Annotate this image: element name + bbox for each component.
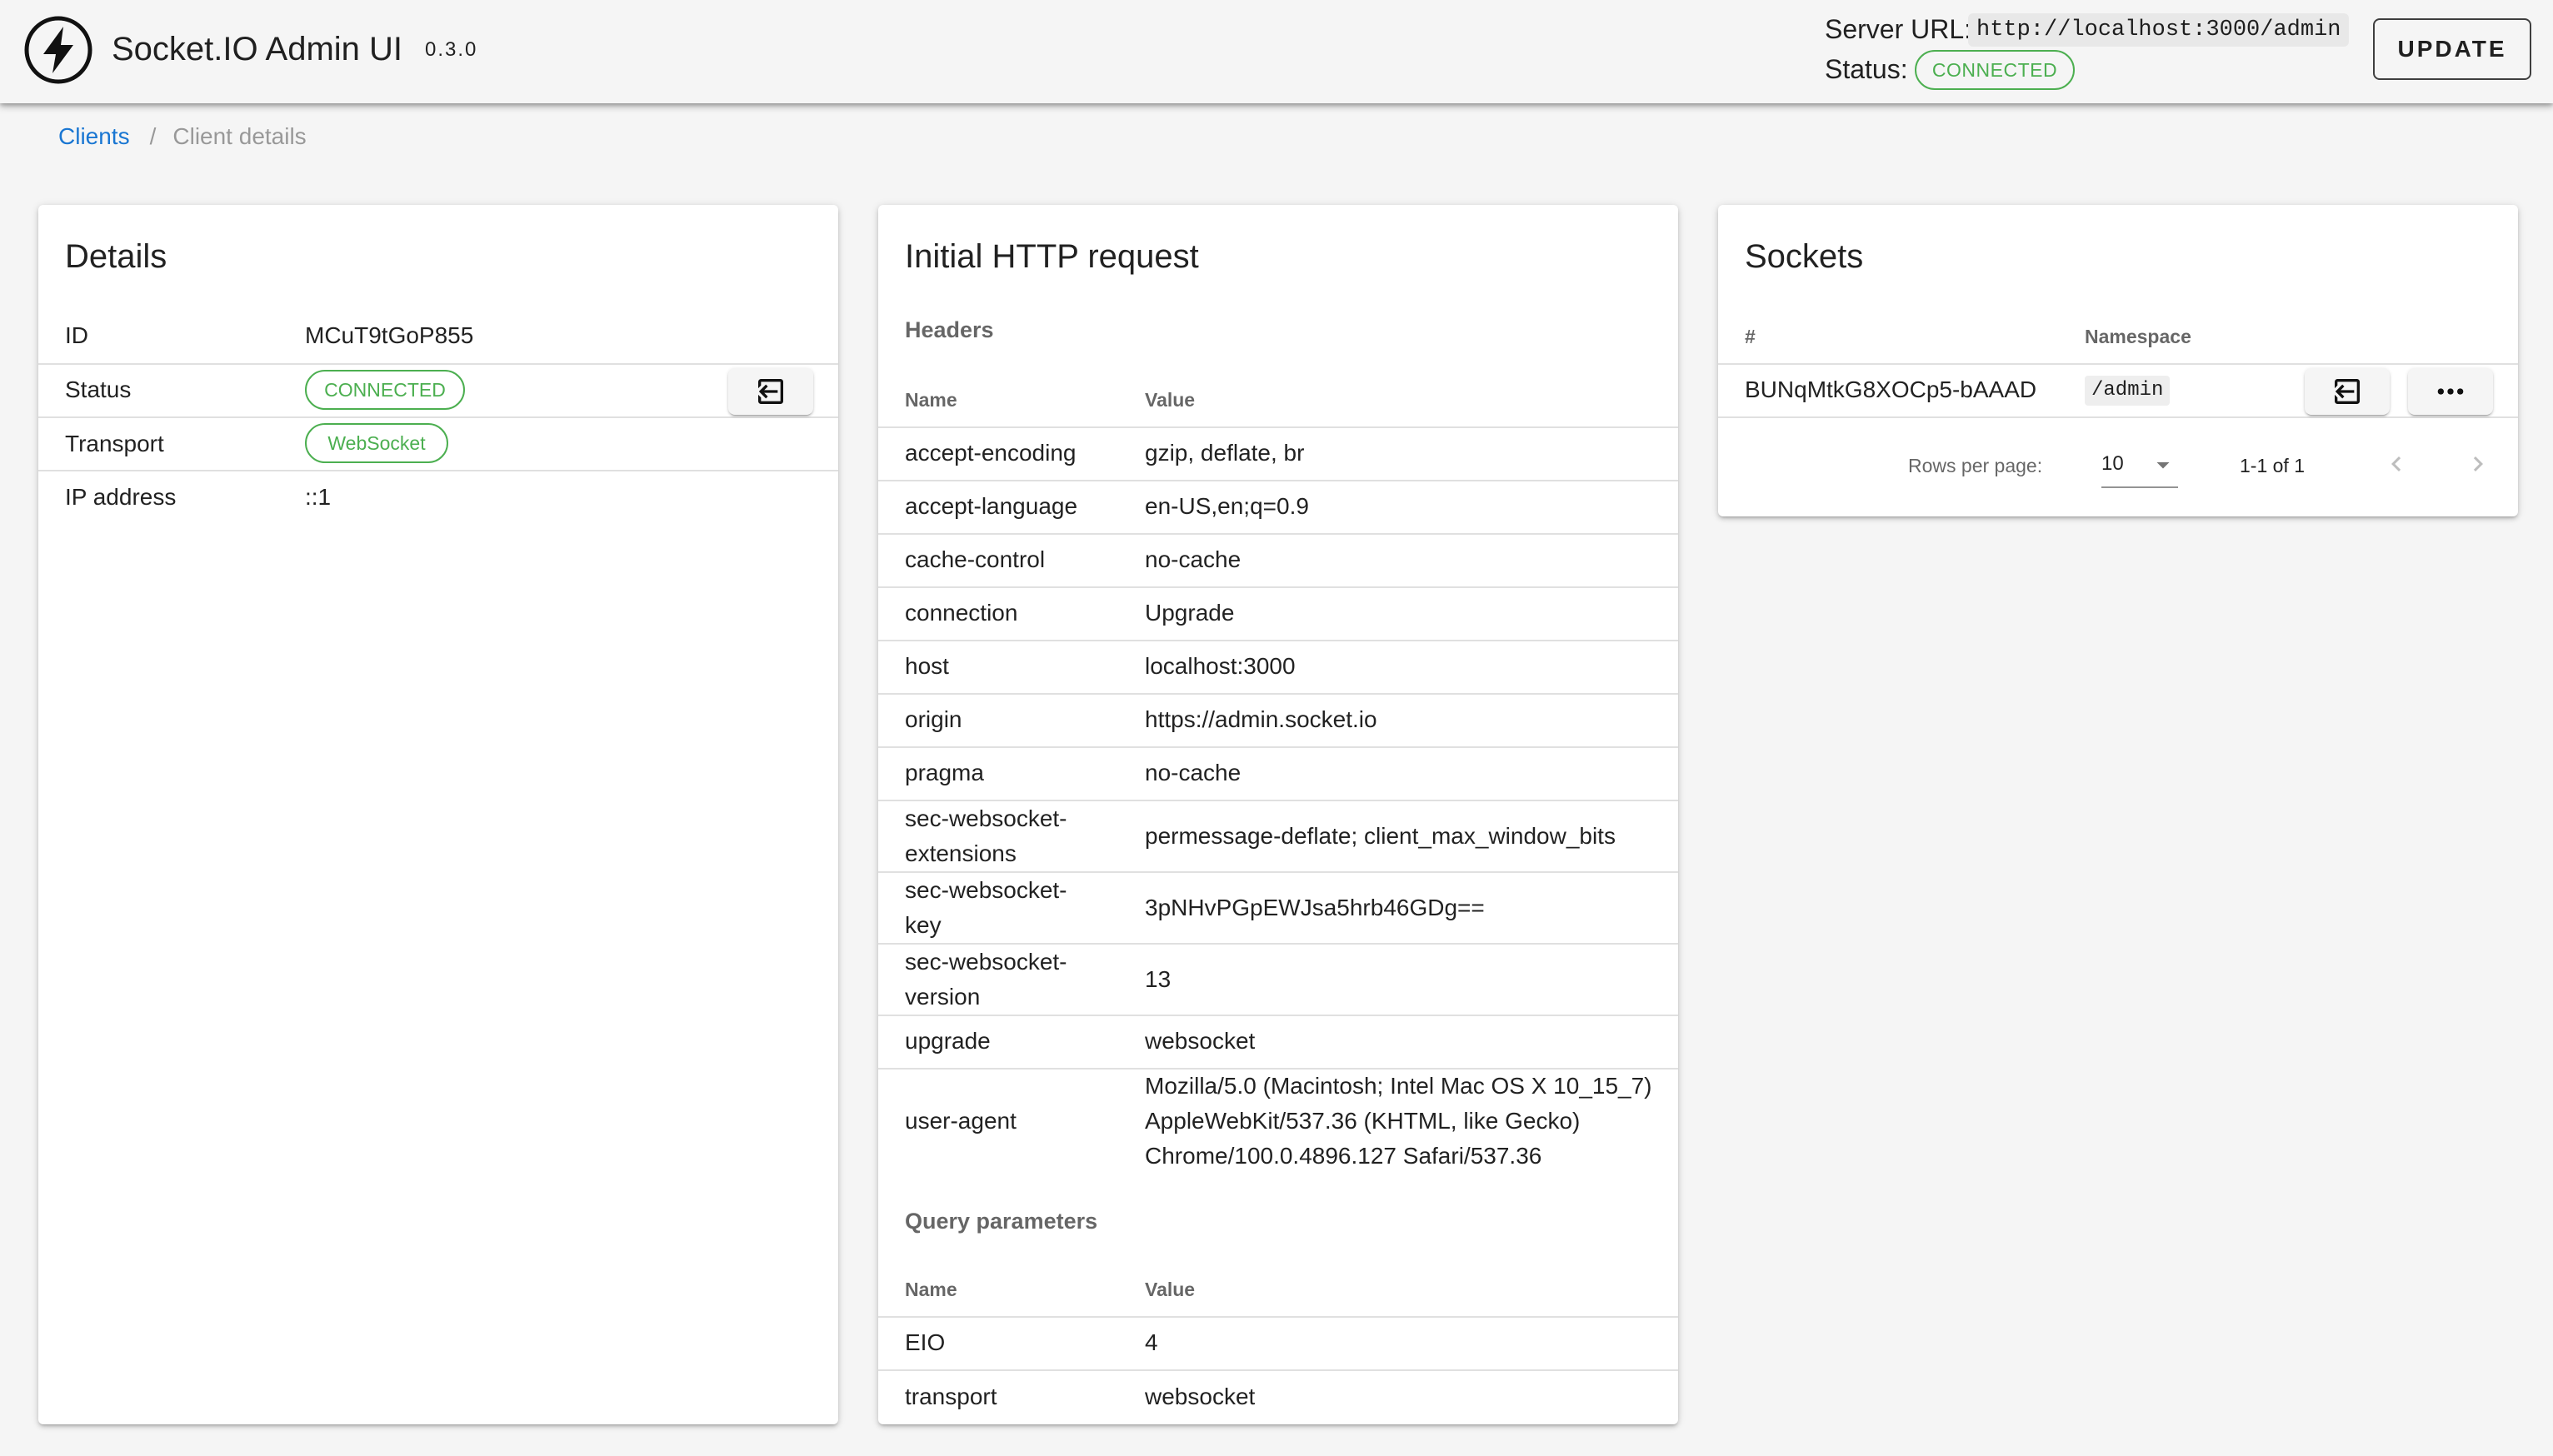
headers-subtitle: Headers	[905, 317, 994, 342]
header-name: sec-websocket-key	[905, 877, 1067, 938]
update-button[interactable]: UPDATE	[2373, 18, 2531, 80]
row-divider	[1718, 416, 2518, 418]
header-name: upgrade	[905, 1028, 991, 1054]
rows-per-page-label: Rows per page:	[1908, 455, 2043, 476]
header-value: https://admin.socket.io	[1145, 706, 1377, 732]
header-name: pragma	[905, 760, 984, 785]
detail-value-id: MCuT9tGoP855	[305, 322, 474, 348]
detail-label-status: Status	[65, 376, 132, 402]
query-param-name: transport	[905, 1384, 997, 1409]
header-name: user-agent	[905, 1108, 1017, 1134]
row-divider	[1718, 363, 2518, 365]
column-header-value: Value	[1145, 1279, 1196, 1300]
row-divider	[878, 586, 1678, 588]
query-param-value: websocket	[1145, 1384, 1256, 1409]
header-value: no-cache	[1145, 546, 1242, 572]
logout-icon	[758, 379, 783, 404]
chevron-right-icon	[2473, 456, 2483, 471]
detail-transport-badge: WebSocket	[305, 423, 448, 463]
http-request-title: Initial HTTP request	[905, 238, 1199, 275]
rows-per-page-value: 10	[2101, 452, 2124, 475]
query-param-value: 4	[1145, 1329, 1158, 1355]
breadcrumb: Clients / Client details	[58, 122, 307, 152]
header-value: gzip, deflate, br	[1145, 440, 1305, 466]
row-divider	[878, 533, 1678, 535]
header-value: permessage-deflate; client_max_window_bi…	[1145, 823, 1616, 849]
header-name: sec-websocket-extensions	[905, 805, 1067, 866]
column-header-namespace: Namespace	[2085, 326, 2191, 347]
socket-namespace-badge: /admin	[2085, 376, 2171, 406]
header-value: websocket	[1145, 1028, 1256, 1054]
row-divider	[878, 426, 1678, 428]
disconnect-client-button[interactable]	[728, 368, 813, 415]
header-value: Mozilla/5.0 (Macintosh; Intel Mac OS X 1…	[1145, 1073, 1652, 1169]
disconnect-socket-button[interactable]	[2305, 368, 2390, 415]
row-divider	[878, 1015, 1678, 1016]
logout-icon	[2335, 379, 2360, 404]
row-divider	[878, 640, 1678, 641]
column-header-id: #	[1745, 326, 1756, 347]
sockets-card: Sockets # Namespace BUNqMtkG8XOCp5-bAAAD…	[1718, 205, 2518, 516]
menu-down-icon	[2156, 462, 2170, 469]
server-url-label: Server URL:	[1825, 14, 1972, 44]
row-divider	[38, 470, 838, 471]
header-value: en-US,en;q=0.9	[1145, 493, 1309, 519]
pagination-range: 1-1 of 1	[2240, 455, 2305, 476]
app-title: Socket.IO Admin UI	[112, 31, 403, 67]
row-divider	[38, 416, 838, 418]
header-name: sec-websocket-version	[905, 949, 1067, 1010]
app-version: 0.3.0	[425, 38, 478, 61]
header-value: Upgrade	[1145, 600, 1235, 626]
header-name: cache-control	[905, 546, 1046, 572]
header-value: 3pNHvPGpEWJsa5hrb46GDg==	[1145, 895, 1485, 920]
row-divider	[878, 746, 1678, 748]
connection-status-badge: CONNECTED	[1915, 50, 2075, 90]
socket-more-button[interactable]	[2408, 368, 2493, 415]
row-divider	[878, 480, 1678, 481]
header-name: accept-encoding	[905, 440, 1077, 466]
column-header-value: Value	[1145, 389, 1196, 411]
header-name: connection	[905, 600, 1018, 626]
breadcrumb-separator: /	[149, 123, 157, 149]
socket-id: BUNqMtkG8XOCp5-bAAAD	[1745, 376, 2037, 402]
details-title: Details	[65, 238, 167, 275]
server-url-value: http://localhost:3000/admin	[1968, 13, 2350, 47]
previous-page-button[interactable]	[2376, 445, 2416, 485]
header-value: no-cache	[1145, 760, 1242, 785]
query-parameters-subtitle: Query parameters	[905, 1209, 1098, 1234]
detail-label-transport: Transport	[65, 431, 164, 456]
dots-horizontal-icon	[2437, 388, 2464, 395]
rows-per-page-select[interactable]: 10	[2101, 443, 2178, 488]
detail-label-id: ID	[65, 322, 88, 348]
header-name: host	[905, 653, 949, 679]
detail-value-ip: ::1	[305, 484, 332, 510]
header-value: 13	[1145, 966, 1172, 992]
chevron-left-icon	[2391, 456, 2401, 471]
sockets-title: Sockets	[1745, 238, 1864, 275]
status-label: Status:	[1825, 54, 1908, 84]
app-bar: Socket.IO Admin UI 0.3.0 Server URL: htt…	[0, 0, 2553, 103]
header-name: accept-language	[905, 493, 1078, 519]
row-divider	[878, 1369, 1678, 1371]
detail-label-ip: IP address	[65, 484, 177, 510]
row-divider	[38, 363, 838, 365]
details-card: Details ID MCuT9tGoP855 Status CONNECTED…	[38, 205, 838, 1424]
breadcrumb-clients-link[interactable]: Clients	[58, 123, 130, 149]
row-divider	[878, 1316, 1678, 1318]
header-value: localhost:3000	[1145, 653, 1296, 679]
query-param-name: EIO	[905, 1329, 946, 1355]
column-header-name: Name	[905, 389, 957, 411]
breadcrumb-current: Client details	[172, 123, 307, 149]
column-header-name: Name	[905, 1279, 957, 1300]
next-page-button[interactable]	[2458, 445, 2498, 485]
detail-status-badge: CONNECTED	[305, 370, 465, 410]
row-divider	[878, 693, 1678, 695]
socketio-logo-icon	[24, 16, 92, 84]
http-request-card: Initial HTTP request Headers Name Value …	[878, 205, 1678, 1424]
header-name: origin	[905, 706, 962, 732]
